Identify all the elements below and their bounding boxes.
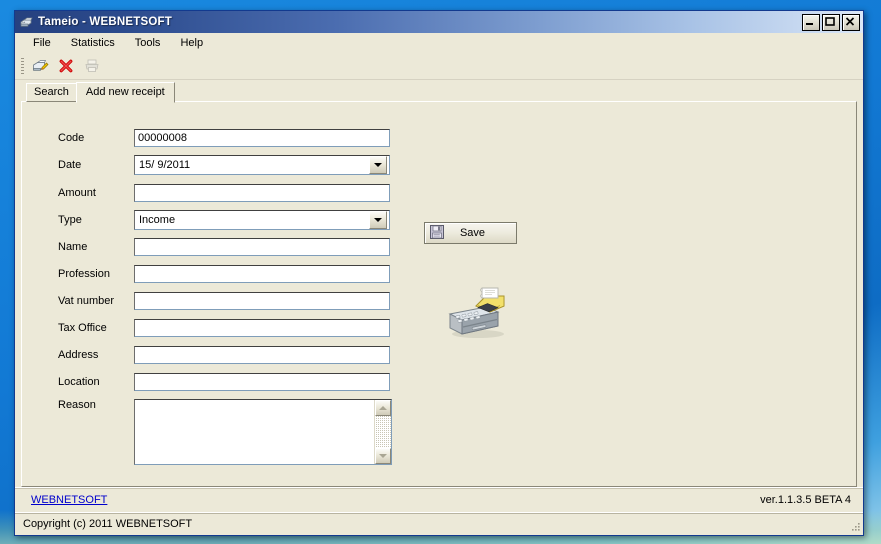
form-row-profession: Profession xyxy=(58,264,390,284)
save-button-label: Save xyxy=(459,227,486,239)
minimize-button[interactable] xyxy=(802,14,820,31)
form-row-location: Location xyxy=(58,372,390,392)
scroll-down-icon[interactable] xyxy=(375,448,391,464)
webnetsoft-link[interactable]: WEBNETSOFT xyxy=(31,494,107,506)
cash-register-image xyxy=(442,284,514,340)
new-receipt-icon[interactable] xyxy=(28,55,52,77)
label-amount: Amount xyxy=(58,187,96,199)
label-vat-number: Vat number xyxy=(58,295,115,307)
date-picker[interactable]: 15/ 9/2011 xyxy=(134,155,390,175)
label-date: Date xyxy=(58,159,82,171)
form-row-vat-number: Vat number xyxy=(58,291,390,311)
type-select[interactable]: Income xyxy=(134,210,390,230)
save-button[interactable]: Save xyxy=(424,222,517,244)
label-profession: Profession xyxy=(58,268,110,280)
title-bar[interactable]: Tameio - WEBNETSOFT xyxy=(15,11,863,33)
close-button[interactable] xyxy=(842,14,860,31)
maximize-button[interactable] xyxy=(822,14,840,31)
window-title: Tameio - WEBNETSOFT xyxy=(38,16,172,28)
reason-textarea[interactable] xyxy=(134,399,392,465)
menu-item-statistics[interactable]: Statistics xyxy=(61,35,125,51)
location-input[interactable] xyxy=(134,373,390,391)
label-name: Name xyxy=(58,241,88,253)
form-row-type: Type Income xyxy=(58,210,390,230)
chevron-down-icon[interactable] xyxy=(369,211,387,229)
scroll-up-icon[interactable] xyxy=(375,400,391,416)
tab-control: Search Add new receipt Code Date 15/ 9/2… xyxy=(15,80,863,487)
menu-item-help[interactable]: Help xyxy=(170,35,213,51)
label-type: Type xyxy=(58,214,82,226)
date-value: 15/ 9/2011 xyxy=(139,159,191,171)
name-input[interactable] xyxy=(134,238,390,256)
floppy-disk-icon xyxy=(429,224,445,243)
amount-input[interactable] xyxy=(134,184,390,202)
tax-office-input[interactable] xyxy=(134,319,390,337)
form-row-amount: Amount xyxy=(58,183,390,203)
form-row-reason: Reason xyxy=(58,399,392,465)
code-input[interactable] xyxy=(134,129,390,147)
delete-icon[interactable] xyxy=(54,55,78,77)
footer-link-bar: WEBNETSOFT ver.1.1.3.5 BETA 4 xyxy=(15,487,863,512)
label-address: Address xyxy=(58,349,99,361)
form-row-code: Code xyxy=(58,128,390,148)
cash-register-icon xyxy=(18,14,34,30)
tab-strip: Search Add new receipt xyxy=(21,82,857,103)
status-bar: Copyright (c) 2011 WEBNETSOFT xyxy=(15,512,863,535)
label-location: Location xyxy=(58,376,100,388)
window-controls xyxy=(802,14,860,31)
application-window: Tameio - WEBNETSOFT File Statistics Tool… xyxy=(14,10,864,536)
toolbar xyxy=(15,53,863,80)
form-row-name: Name xyxy=(58,237,390,257)
profession-input[interactable] xyxy=(134,265,390,283)
form-row-date: Date 15/ 9/2011 xyxy=(58,155,390,175)
form-row-tax-office: Tax Office xyxy=(58,318,390,338)
label-tax-office: Tax Office xyxy=(58,322,107,334)
vat-number-input[interactable] xyxy=(134,292,390,310)
menu-item-file[interactable]: File xyxy=(23,35,61,51)
menu-bar: File Statistics Tools Help xyxy=(15,33,863,53)
label-reason: Reason xyxy=(58,399,96,411)
resize-grip[interactable] xyxy=(849,521,861,533)
copyright-label: Copyright (c) 2011 WEBNETSOFT xyxy=(23,518,193,530)
reason-value xyxy=(135,400,374,464)
form-row-address: Address xyxy=(58,345,390,365)
address-input[interactable] xyxy=(134,346,390,364)
tab-add-new-receipt[interactable]: Add new receipt xyxy=(75,82,175,103)
label-code: Code xyxy=(58,132,85,144)
print-icon xyxy=(80,55,104,77)
chevron-down-icon[interactable] xyxy=(369,156,387,174)
type-value: Income xyxy=(139,214,176,226)
menu-item-tools[interactable]: Tools xyxy=(125,35,171,51)
tab-search[interactable]: Search xyxy=(26,83,77,102)
toolbar-drag-grip[interactable] xyxy=(21,58,24,74)
version-label: ver.1.1.3.5 BETA 4 xyxy=(760,494,851,506)
tab-panel-add-new-receipt: Code Date 15/ 9/2011 Amount xyxy=(21,101,857,487)
reason-scrollbar[interactable] xyxy=(374,400,391,464)
scrollbar-track[interactable] xyxy=(375,416,391,448)
